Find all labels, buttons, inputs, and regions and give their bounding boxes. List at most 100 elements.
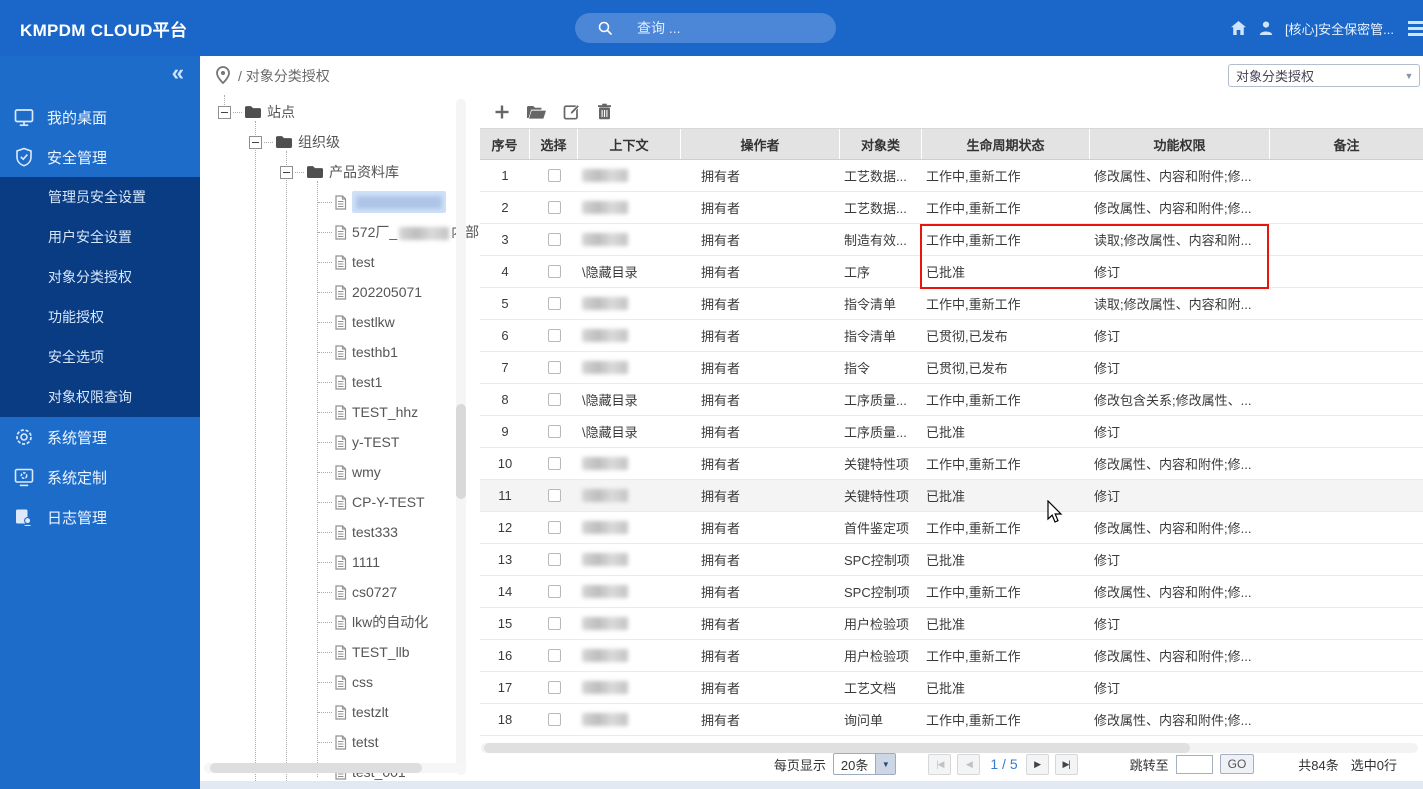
tree-folder-node[interactable]: 组织级 [200, 127, 480, 157]
open-folder-icon[interactable] [526, 104, 547, 120]
tree-doc-node[interactable]: 1111 [200, 547, 480, 577]
prev-page-button[interactable]: ◀ [957, 753, 981, 775]
sidebar-subitem-function-auth[interactable]: 功能授权 [0, 297, 200, 337]
column-header-1[interactable]: 选择 [530, 129, 578, 159]
tree-doc-node[interactable]: 572厂_内部 [200, 217, 480, 247]
jump-to-input[interactable] [1175, 754, 1213, 774]
table-row[interactable]: 10 拥有者 关键特性项 工作中,重新工作 修改属性、内容和附件;修... [480, 448, 1423, 480]
sidebar-subitem-admin-security-settings[interactable]: 管理员安全设置 [0, 177, 200, 217]
column-header-2[interactable]: 上下文 [578, 129, 681, 159]
search-input[interactable]: 查询 ... [575, 13, 836, 43]
tree-doc-node[interactable]: lkw的自动化 [200, 607, 480, 637]
row-checkbox[interactable] [547, 617, 561, 630]
column-header-7[interactable]: 备注 [1270, 129, 1423, 159]
sidebar-item-security-mgmt[interactable]: 安全管理 [0, 137, 200, 177]
add-icon[interactable] [494, 104, 510, 120]
row-checkbox[interactable] [547, 201, 561, 214]
sidebar-item-system-custom[interactable]: 系统定制 [0, 457, 200, 497]
sidebar-subitem-security-options[interactable]: 安全选项 [0, 337, 200, 377]
row-checkbox[interactable] [547, 489, 561, 502]
tree-doc-node[interactable]: testzlt [200, 697, 480, 727]
tree-doc-node[interactable]: CP-Y-TEST [200, 487, 480, 517]
table-row[interactable]: 1 拥有者 工艺数据... 工作中,重新工作 修改属性、内容和附件;修... [480, 160, 1423, 192]
tree-doc-node[interactable]: TEST_llb [200, 637, 480, 667]
row-checkbox[interactable] [547, 681, 561, 694]
scrollbar-thumb[interactable] [456, 404, 466, 499]
sidebar-item-log-mgmt[interactable]: 日志管理 [0, 497, 200, 537]
object-type-select[interactable]: 对象分类授权 ▼ [1228, 64, 1420, 87]
last-page-button[interactable]: ▶| [1054, 753, 1078, 775]
tree-doc-node[interactable]: y-TEST [200, 427, 480, 457]
sidebar-item-system-mgmt[interactable]: 系统管理 [0, 417, 200, 457]
table-row[interactable]: 3 拥有者 制造有效... 工作中,重新工作 读取;修改属性、内容和附... [480, 224, 1423, 256]
tree-folder-node[interactable]: 站点 [200, 97, 480, 127]
table-row[interactable]: 2 拥有者 工艺数据... 工作中,重新工作 修改属性、内容和附件;修... [480, 192, 1423, 224]
table-row[interactable]: 18 拥有者 询问单 工作中,重新工作 修改属性、内容和附件;修... [480, 704, 1423, 736]
tree-doc-node[interactable]: test333 [200, 517, 480, 547]
tree-doc-node[interactable]: cs0727 [200, 577, 480, 607]
tree-expand-toggle[interactable] [249, 135, 262, 149]
tree-doc-node[interactable]: test [200, 247, 480, 277]
tree-doc-node[interactable]: testhb1 [200, 337, 480, 367]
per-page-select[interactable]: 20条 ▼ [832, 753, 897, 775]
table-row[interactable]: 5 拥有者 指令清单 工作中,重新工作 读取;修改属性、内容和附... [480, 288, 1423, 320]
tree-doc-node[interactable]: TEST_hhz [200, 397, 480, 427]
row-checkbox[interactable] [547, 713, 561, 726]
table-row[interactable]: 16 拥有者 用户检验项 工作中,重新工作 修改属性、内容和附件;修... [480, 640, 1423, 672]
tree-doc-node[interactable] [200, 187, 480, 217]
row-checkbox[interactable] [547, 329, 561, 342]
row-checkbox[interactable] [547, 265, 561, 278]
tree-expand-toggle[interactable] [280, 165, 293, 179]
row-checkbox[interactable] [547, 553, 561, 566]
table-row[interactable]: 17 拥有者 工艺文档 已批准 修订 [480, 672, 1423, 704]
table-row[interactable]: 7 拥有者 指令 已贯彻,已发布 修订 [480, 352, 1423, 384]
user-icon[interactable] [1258, 20, 1274, 36]
tree-doc-node[interactable]: testlkw [200, 307, 480, 337]
tree-doc-node[interactable]: test1 [200, 367, 480, 397]
table-row[interactable]: 13 拥有者 SPC控制项 已批准 修订 [480, 544, 1423, 576]
tree-doc-node[interactable]: tetst [200, 727, 480, 757]
table-row[interactable]: 6 拥有者 指令清单 已贯彻,已发布 修订 [480, 320, 1423, 352]
row-checkbox[interactable] [547, 297, 561, 310]
row-checkbox[interactable] [547, 425, 561, 438]
tree-folder-node[interactable]: 产品资料库 [200, 157, 480, 187]
menu-icon[interactable] [1408, 20, 1423, 36]
row-checkbox[interactable] [547, 457, 561, 470]
column-header-6[interactable]: 功能权限 [1090, 129, 1270, 159]
row-checkbox[interactable] [547, 361, 561, 374]
tree-doc-node[interactable]: css [200, 667, 480, 697]
column-header-4[interactable]: 对象类 [840, 129, 922, 159]
table-row[interactable]: 4 \隐藏目录 拥有者 工序 已批准 修订 [480, 256, 1423, 288]
tree-doc-node[interactable]: 202205071 [200, 277, 480, 307]
table-row[interactable]: 12 拥有者 首件鉴定项 工作中,重新工作 修改属性、内容和附件;修... [480, 512, 1423, 544]
row-checkbox[interactable] [547, 393, 561, 406]
column-header-0[interactable]: 序号 [480, 129, 530, 159]
sidebar-subitem-object-class-auth[interactable]: 对象分类授权 [0, 257, 200, 297]
row-checkbox[interactable] [547, 233, 561, 246]
row-checkbox[interactable] [547, 585, 561, 598]
sidebar-subitem-user-security-settings[interactable]: 用户安全设置 [0, 217, 200, 257]
table-row[interactable]: 9 \隐藏目录 拥有者 工序质量... 已批准 修订 [480, 416, 1423, 448]
home-icon[interactable] [1230, 20, 1247, 36]
row-checkbox[interactable] [547, 649, 561, 662]
column-header-5[interactable]: 生命周期状态 [922, 129, 1090, 159]
scrollbar-thumb[interactable] [210, 763, 422, 773]
table-row[interactable]: 14 拥有者 SPC控制项 工作中,重新工作 修改属性、内容和附件;修... [480, 576, 1423, 608]
first-page-button[interactable]: |◀ [928, 753, 952, 775]
tree-doc-node[interactable]: wmy [200, 457, 480, 487]
tree-vertical-scrollbar[interactable] [456, 99, 466, 775]
sidebar-subitem-object-perm-query[interactable]: 对象权限查询 [0, 377, 200, 417]
table-row[interactable]: 11 拥有者 关键特性项 已批准 修订 [480, 480, 1423, 512]
row-checkbox[interactable] [547, 169, 561, 182]
table-row[interactable]: 8 \隐藏目录 拥有者 工序质量... 工作中,重新工作 修改包含关系;修改属性、... [480, 384, 1423, 416]
column-header-3[interactable]: 操作者 [681, 129, 840, 159]
edit-icon[interactable] [563, 103, 581, 121]
row-checkbox[interactable] [547, 521, 561, 534]
sidebar-item-my-desktop[interactable]: 我的桌面 [0, 97, 200, 137]
delete-icon[interactable] [597, 103, 612, 120]
table-row[interactable]: 15 拥有者 用户检验项 已批准 修订 [480, 608, 1423, 640]
tree-horizontal-scrollbar[interactable] [204, 763, 466, 773]
tree-expand-toggle[interactable] [218, 105, 231, 119]
sidebar-collapse-button[interactable]: « [172, 60, 184, 86]
next-page-button[interactable]: ▶ [1025, 753, 1049, 775]
